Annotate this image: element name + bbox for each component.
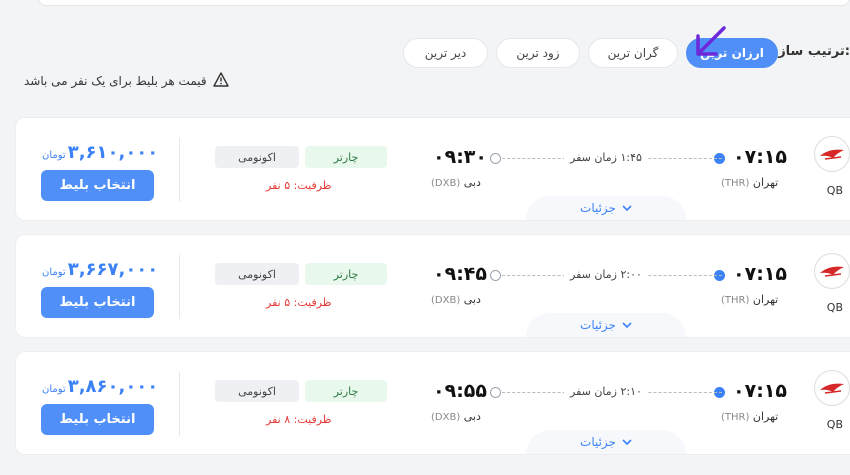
departure-airport-code: (THR) [721,178,750,189]
flight-duration: ۲:۱۰ زمان سفر [564,385,648,398]
capacity-text: ظرفیت: ۵ نفر [266,296,332,309]
details-toggle[interactable]: جزئیات [526,313,686,337]
flight-duration: ۱:۴۵ زمان سفر [564,151,648,164]
currency-label: تومان [42,267,66,278]
departure-time: ۰۷:۱۵ [733,263,787,285]
arrival-time: ۰۹:۵۵ [433,380,487,402]
departure-city-name: تهران [752,410,779,423]
departure-city-name: تهران [752,293,779,306]
arrival-dot [490,387,501,398]
card-divider [179,138,180,202]
top-panel [38,0,850,6]
airline-logo [814,370,850,406]
card-divider [179,255,180,319]
price: تومان ۳,۸۶۰,۰۰۰ [42,376,158,397]
departure-airport-code: (THR) [721,412,750,423]
card-divider [179,372,180,436]
select-ticket-button[interactable]: انتخاب بلیط [41,287,154,318]
flight-card: QB ۰۷:۱۵ ۱:۴۵ زمان سفر ۰۹:۳۰ تهران (THR)… [15,117,850,221]
airline-logo [814,253,850,289]
departure-city: تهران (THR) [721,293,778,306]
airline-logo [814,136,850,172]
chevron-down-icon [622,435,632,449]
sort-earliest-button[interactable]: زود ترین [496,38,580,68]
departure-city: تهران (THR) [721,410,778,423]
flight-duration: ۲:۰۰ زمان سفر [564,268,648,281]
capacity-text: ظرفیت: ۵ نفر [266,179,332,192]
arrival-dot [490,270,501,281]
details-label: جزئیات [580,435,616,449]
departure-time: ۰۷:۱۵ [733,380,787,402]
arrival-city: دبی (DXB) [431,176,481,189]
arrival-time: ۰۹:۳۰ [433,146,487,168]
price-note: قیمت هر بلیط برای یک نفر می باشد [24,72,229,90]
currency-label: تومان [42,384,66,395]
details-toggle[interactable]: جزئیات [526,196,686,220]
departure-airport-code: (THR) [721,295,750,306]
arrival-city-name: دبی [463,410,481,423]
sort-label: ترتیب سازی: [766,44,850,59]
arrival-city: دبی (DXB) [431,410,481,423]
arrival-airport-code: (DXB) [431,295,461,306]
price: تومان ۳,۶۶۷,۰۰۰ [42,259,158,280]
cabin-badge: اکونومی [215,146,299,168]
departure-city: تهران (THR) [721,176,778,189]
details-label: جزئیات [580,201,616,215]
sort-latest-button[interactable]: دیر ترین [403,38,488,68]
price-note-text: قیمت هر بلیط برای یک نفر می باشد [24,74,207,88]
charter-badge: چارتر [305,146,387,168]
warning-triangle-icon [212,72,229,90]
details-toggle[interactable]: جزئیات [526,430,686,454]
airline-code: QB [826,184,843,197]
arrival-airport-code: (DXB) [431,178,461,189]
airline-code: QB [826,418,843,431]
price-amount: ۳,۶۶۷,۰۰۰ [67,259,159,280]
select-ticket-button[interactable]: انتخاب بلیط [41,170,154,201]
charter-badge: چارتر [305,263,387,285]
departure-city-name: تهران [752,176,779,189]
price: تومان ۳,۶۱۰,۰۰۰ [42,142,158,163]
arrival-time: ۰۹:۴۵ [433,263,487,285]
arrival-dot [490,153,501,164]
flight-card: QB ۰۷:۱۵ ۲:۱۰ زمان سفر ۰۹:۵۵ تهران (THR)… [15,351,850,455]
chevron-down-icon [622,201,632,215]
capacity-text: ظرفیت: ۸ نفر [266,413,332,426]
price-amount: ۳,۸۶۰,۰۰۰ [67,376,159,397]
flight-card: QB ۰۷:۱۵ ۲:۰۰ زمان سفر ۰۹:۴۵ تهران (THR)… [15,234,850,338]
price-amount: ۳,۶۱۰,۰۰۰ [67,142,159,163]
chevron-down-icon [622,318,632,332]
airline-code: QB [826,301,843,314]
sort-most-expensive-button[interactable]: گران ترین [588,38,678,68]
departure-time: ۰۷:۱۵ [733,146,787,168]
arrival-city-name: دبی [463,176,481,189]
currency-label: تومان [42,150,66,161]
details-label: جزئیات [580,318,616,332]
arrival-airport-code: (DXB) [431,412,461,423]
pointer-arrow-icon [694,24,728,62]
arrival-city-name: دبی [463,293,481,306]
cabin-badge: اکونومی [215,380,299,402]
charter-badge: چارتر [305,380,387,402]
select-ticket-button[interactable]: انتخاب بلیط [41,404,154,435]
cabin-badge: اکونومی [215,263,299,285]
arrival-city: دبی (DXB) [431,293,481,306]
